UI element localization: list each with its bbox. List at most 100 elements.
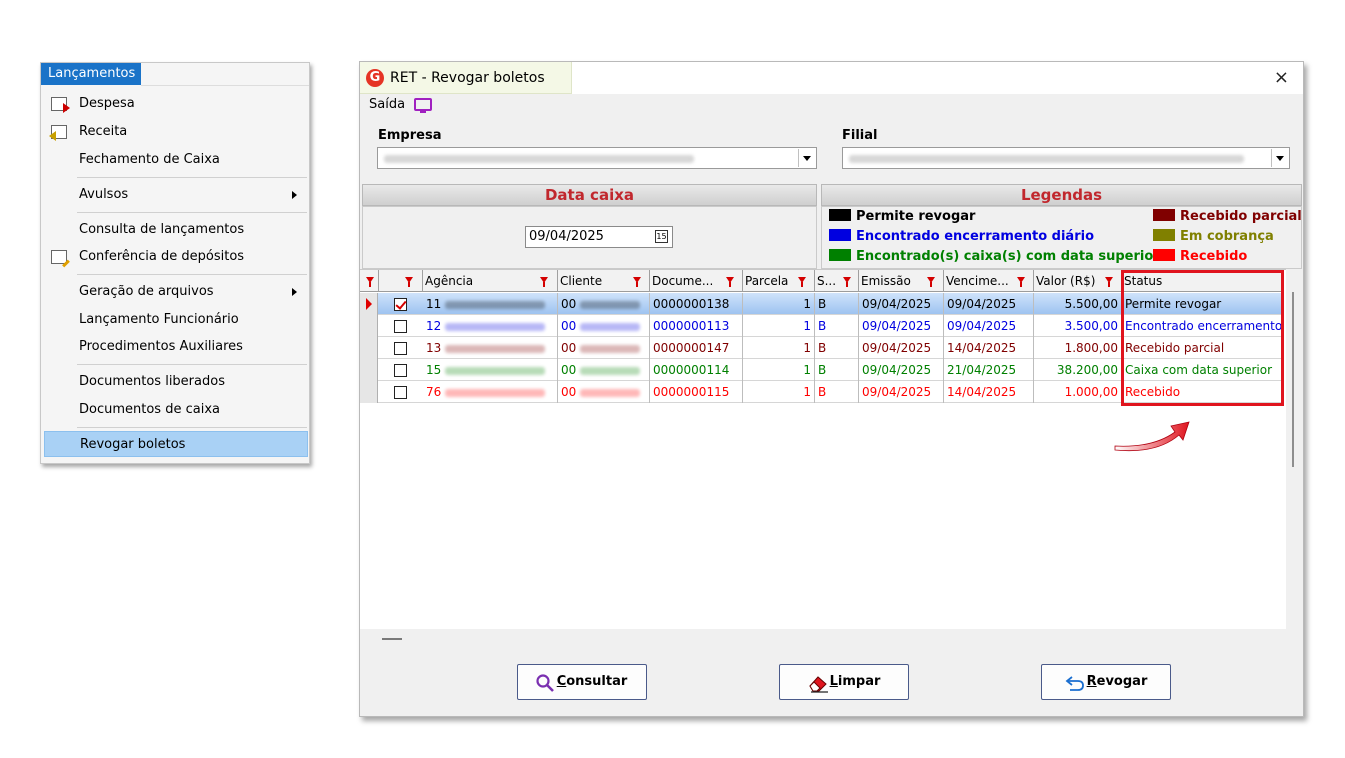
menu-item-geracao-de-arquivos[interactable]: Geração de arquivos (41, 279, 309, 305)
cell-cliente: 00 (558, 315, 650, 337)
row-checkbox[interactable] (394, 342, 407, 355)
menu-item-label: Documentos liberados (79, 374, 225, 389)
filter-icon[interactable] (540, 277, 548, 287)
filter-icon[interactable] (633, 277, 641, 287)
row-indicator[interactable] (360, 337, 378, 359)
data-caixa-panel: 09/04/2025 15 (362, 206, 817, 269)
redacted-value (580, 322, 641, 331)
cell-s: B (815, 359, 859, 381)
legend-caixa-data-superior: Encontrado(s) caixa(s) com data superior (829, 249, 1160, 264)
legend-em-cobranca: Em cobrança (1153, 229, 1274, 244)
income-doc-icon (49, 125, 67, 141)
filter-icon[interactable] (1105, 277, 1113, 287)
cell-parcela: 1 (743, 381, 815, 403)
cell-emissao: 09/04/2025 (859, 337, 944, 359)
cell-emissao: 09/04/2025 (859, 293, 944, 315)
monitor-exit-icon[interactable] (414, 98, 432, 113)
redacted-value (445, 388, 546, 397)
legendas-header: Legendas (821, 184, 1302, 206)
menu-item-receita[interactable]: Receita (41, 119, 309, 145)
filter-icon[interactable] (927, 277, 935, 287)
vertical-scrollbar[interactable] (1292, 292, 1294, 467)
cell-documento: 0000000114 (650, 359, 743, 381)
cell-documento: 0000000138 (650, 293, 743, 315)
calendar-icon[interactable]: 15 (655, 230, 668, 243)
cell-parcela: 1 (743, 359, 815, 381)
menu-separator (77, 212, 307, 213)
menu-item-documentos-liberados[interactable]: Documentos liberados (41, 369, 309, 395)
cell-parcela: 1 (743, 337, 815, 359)
menu-item-label: Receita (79, 124, 128, 139)
redacted-value (445, 300, 546, 309)
col-header-situacao[interactable]: S... (815, 270, 859, 292)
menu-title[interactable]: Lançamentos (41, 63, 141, 85)
col-header-valor[interactable]: Valor (R$) (1034, 270, 1122, 292)
exit-menu[interactable]: Saída (369, 97, 405, 112)
menu-divider (141, 85, 309, 86)
filter-icon[interactable] (405, 277, 413, 287)
menu-item-avulsos[interactable]: Avulsos (41, 182, 309, 208)
col-header-vencimento[interactable]: Vencime... (944, 270, 1034, 292)
redacted-value (580, 388, 641, 397)
col-header-documento[interactable]: Docume... (650, 270, 743, 292)
menu-item-label: Geração de arquivos (79, 284, 214, 299)
menu-item-procedimentos-auxiliares[interactable]: Procedimentos Auxiliares (41, 334, 309, 360)
row-checkbox[interactable] (394, 320, 407, 333)
cell-cliente: 00 (558, 337, 650, 359)
legend-recebido: Recebido (1153, 249, 1247, 264)
revogar-button[interactable]: Revogar (1041, 664, 1171, 700)
menu-item-conferencia-de-depositos[interactable]: Conferência de depósitos (41, 244, 309, 270)
empresa-combobox[interactable] (377, 147, 817, 169)
redacted-value (445, 344, 546, 353)
chevron-down-icon[interactable] (1271, 149, 1288, 167)
row-indicator[interactable] (360, 381, 378, 403)
menu-item-revogar-boletos[interactable]: Revogar boletos (44, 431, 308, 457)
menu-item-consulta-de-lancamentos[interactable]: Consulta de lançamentos (41, 217, 309, 243)
menu-item-lancamento-funcionario[interactable]: Lançamento Funcionário (41, 307, 309, 333)
limpar-button[interactable]: Limpar (779, 664, 909, 700)
row-indicator[interactable] (360, 315, 378, 337)
redacted-value (580, 344, 641, 353)
row-checkbox[interactable] (394, 386, 407, 399)
submenu-arrow-icon (292, 288, 297, 296)
consultar-button[interactable]: Consultar (517, 664, 647, 700)
close-button[interactable]: × (1274, 67, 1289, 88)
menu-item-label: Conferência de depósitos (79, 249, 245, 264)
filter-icon[interactable] (798, 277, 806, 287)
red-arrow-icon (1114, 421, 1190, 452)
row-checkbox[interactable] (394, 298, 407, 311)
menu-separator (77, 364, 307, 365)
col-header-agencia[interactable]: Agência (423, 270, 558, 292)
legend-swatch (1153, 229, 1175, 241)
row-indicator[interactable] (360, 359, 378, 381)
col-header-parcela[interactable]: Parcela (743, 270, 815, 292)
row-indicator[interactable] (360, 293, 378, 315)
col-header-cliente[interactable]: Cliente (558, 270, 650, 292)
date-caixa-input[interactable]: 09/04/2025 15 (525, 226, 673, 248)
title-tab: G RET - Revogar boletos (360, 62, 572, 94)
revogar-boletos-window: G RET - Revogar boletos × Saída Empresa … (359, 61, 1304, 717)
filter-icon[interactable] (1017, 277, 1025, 287)
cell-agencia: 13 (423, 337, 558, 359)
legend-swatch (829, 209, 851, 221)
cell-parcela: 1 (743, 315, 815, 337)
filter-icon[interactable] (366, 277, 374, 287)
menu-item-label: Fechamento de Caixa (79, 152, 220, 167)
menu-item-fechamento-de-caixa[interactable]: Fechamento de Caixa (41, 147, 309, 173)
filter-icon[interactable] (843, 277, 851, 287)
horizontal-scrollbar[interactable] (382, 638, 402, 640)
row-checkbox[interactable] (394, 364, 407, 377)
chevron-down-icon[interactable] (798, 149, 815, 167)
menu-item-documentos-de-caixa[interactable]: Documentos de caixa (41, 397, 309, 423)
menu-item-despesa[interactable]: Despesa (41, 91, 309, 117)
cell-vencimento: 14/04/2025 (944, 381, 1034, 403)
eraser-icon (809, 676, 828, 693)
cell-cliente: 00 (558, 381, 650, 403)
col-header-emissao[interactable]: Emissão (859, 270, 944, 292)
menu-separator (77, 427, 307, 428)
cell-cliente: 00 (558, 293, 650, 315)
title-bar[interactable]: G RET - Revogar boletos × (360, 62, 1303, 94)
filial-combobox[interactable] (842, 147, 1290, 169)
cell-valor: 5.500,00 (1034, 293, 1122, 315)
filter-icon[interactable] (726, 277, 734, 287)
